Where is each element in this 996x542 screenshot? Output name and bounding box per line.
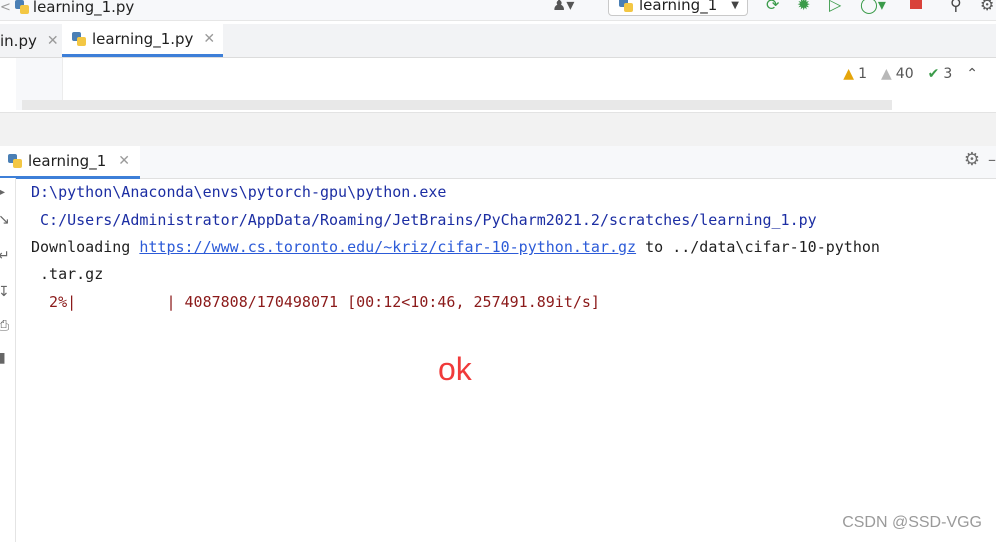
typos-count: 3 <box>943 66 953 82</box>
close-icon[interactable]: ✕ <box>118 153 130 169</box>
download-destination: to ../data\cifar-10-python <box>636 238 880 256</box>
navigation-bar <box>0 0 996 21</box>
run-with-coverage-icon[interactable]: ▷ <box>829 0 841 14</box>
soft-wrap-icon[interactable]: ↵ <box>0 248 10 264</box>
editor-tab-main[interactable]: in.py ✕ <box>0 24 59 57</box>
download-prefix: Downloading <box>31 238 140 256</box>
console-download-line: Downloading https://www.cs.toronto.edu/~… <box>31 237 880 257</box>
close-icon[interactable]: ✕ <box>47 33 59 49</box>
splitter[interactable] <box>0 112 996 146</box>
warning-triangle-icon: ▲ <box>843 66 855 82</box>
inspection-widget[interactable]: ▲ 1 ▲ 40 ✔ 3 ⌃ <box>843 62 978 86</box>
python-file-icon <box>14 0 29 14</box>
delete-icon[interactable]: ▮ <box>0 350 6 366</box>
tab-label: in.py <box>0 31 37 50</box>
run-settings-gear-icon[interactable]: ⚙ <box>964 149 980 170</box>
hide-window-icon[interactable]: – <box>988 150 996 169</box>
cifar-download-link[interactable]: https://www.cs.toronto.edu/~kriz/cifar-1… <box>139 238 636 256</box>
scroll-to-end-icon[interactable]: ↧ <box>0 284 10 300</box>
watermark: CSDN @SSD-VGG <box>842 514 982 531</box>
run-tab-label: learning_1 <box>28 152 107 170</box>
stop-icon[interactable] <box>910 0 922 9</box>
weak-warnings-indicator[interactable]: ▲ 40 <box>881 66 914 82</box>
console-python-path: D:\python\Anaconda\envs\pytorch-gpu\pyth… <box>31 183 447 201</box>
typos-indicator[interactable]: ✔ 3 <box>928 66 953 82</box>
profile-icon[interactable]: ◯▾ <box>860 0 886 14</box>
print-icon[interactable]: ⎙ <box>0 318 9 334</box>
run-tab[interactable]: learning_1 ✕ <box>0 146 140 179</box>
previous-highlight-icon[interactable]: ⌃ <box>966 66 978 82</box>
breadcrumb: < learning_1.py <box>0 0 134 17</box>
run-configuration-select[interactable]: learning_1 ▼ <box>608 0 748 16</box>
python-file-icon <box>72 32 86 46</box>
python-run-icon <box>8 154 22 168</box>
console-download-line-cont: .tar.gz <box>31 265 104 283</box>
close-icon[interactable]: ✕ <box>203 31 215 47</box>
search-icon[interactable]: ⚲ <box>950 0 962 14</box>
settings-gear-icon[interactable]: ⚙ <box>980 0 994 14</box>
breadcrumb-separator-icon: < <box>0 0 11 15</box>
rerun-strip-icon[interactable]: ▸ <box>0 184 5 200</box>
progress-stats: | 4087808/170498071 [00:12<10:46, 257491… <box>76 293 600 311</box>
annotation-text: ok <box>438 351 472 387</box>
breadcrumb-file[interactable]: learning_1.py <box>33 0 134 16</box>
weak-warnings-count: 40 <box>895 66 914 82</box>
typo-check-icon: ✔ <box>927 66 940 82</box>
weak-warning-triangle-icon: ▲ <box>881 66 892 82</box>
tab-label: learning_1.py <box>92 30 194 48</box>
debug-bug-icon[interactable]: ✹ <box>797 0 810 14</box>
run-configuration-label: learning_1 <box>639 0 718 14</box>
rerun-icon[interactable]: ⟳ <box>766 0 779 14</box>
warnings-indicator[interactable]: ▲ 1 <box>843 66 867 82</box>
user-account-icon[interactable]: ♟▾ <box>552 0 574 14</box>
chevron-down-icon: ▼ <box>731 0 739 11</box>
python-run-config-icon <box>619 0 633 12</box>
progress-percent: 2%| <box>31 293 77 311</box>
editor-tab-learning[interactable]: learning_1.py ✕ <box>62 24 224 57</box>
console-script-path: C:/Users/Administrator/AppData/Roaming/J… <box>31 211 817 229</box>
stop-strip-icon[interactable]: ↘ <box>0 212 10 228</box>
run-window-header <box>0 146 996 179</box>
horizontal-scrollbar[interactable] <box>22 100 892 110</box>
warnings-count: 1 <box>858 66 867 82</box>
console-progress-line: 2%| | 4087808/170498071 [00:12<10:46, 25… <box>31 292 600 312</box>
